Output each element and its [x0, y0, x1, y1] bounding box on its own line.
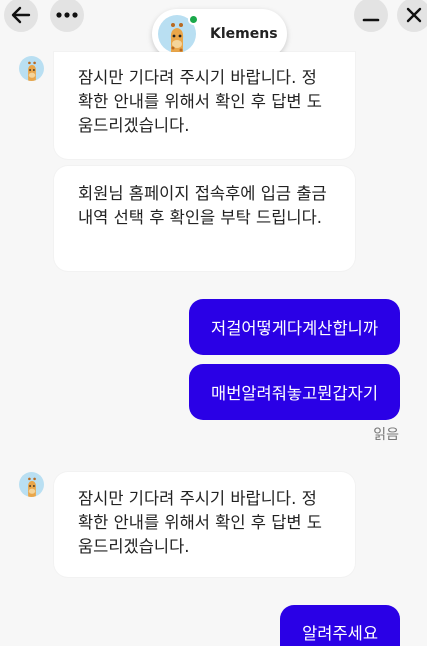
message-text: 잠시만 기다려 주시기 바랍니다. 정확한 안내를 위해서 확인 후 답변 도움…	[78, 489, 322, 556]
message-bubble-user: 알려주세요	[280, 605, 400, 646]
giraffe-icon	[27, 61, 36, 81]
message-text: 잠시만 기다려 주시기 바랍니다. 정확한 안내를 위해서 확인 후 답변 도움…	[78, 68, 322, 135]
giraffe-icon	[27, 477, 36, 497]
message-bubble-agent: 잠시만 기다려 주시기 바랍니다. 정확한 안내를 위해서 확인 후 답변 도움…	[54, 472, 355, 577]
close-button[interactable]	[397, 0, 427, 32]
agent-name: Klemens	[210, 26, 278, 42]
message-text: 알려주세요	[302, 624, 378, 643]
minimize-button[interactable]	[354, 0, 388, 32]
message-text: 회원님 홈페이지 접속후에 입금 출금내역 선택 후 확인을 부탁 드립니다.	[78, 184, 327, 227]
message-bubble-agent: 회원님 홈페이지 접속후에 입금 출금내역 선택 후 확인을 부탁 드립니다.	[54, 166, 355, 271]
online-status-dot	[188, 14, 199, 25]
read-receipt: 읽음	[373, 427, 399, 443]
more-options-button[interactable]	[50, 0, 84, 32]
message-bubble-user: 매번알려줘놓고뭔갑자기	[189, 364, 400, 420]
more-dots-icon	[56, 12, 78, 18]
giraffe-icon	[170, 23, 184, 53]
message-text: 저걸어떻게다계산합니까	[211, 319, 378, 338]
minimize-icon	[362, 18, 380, 22]
message-text: 매번알려줘놓고뭔갑자기	[211, 384, 378, 403]
agent-avatar-small	[19, 56, 44, 81]
message-bubble-agent: 잠시만 기다려 주시기 바랍니다. 정확한 안내를 위해서 확인 후 답변 도움…	[54, 52, 355, 159]
arrow-left-icon	[11, 6, 31, 24]
close-icon	[406, 7, 422, 23]
agent-avatar-small	[19, 472, 44, 497]
back-button[interactable]	[4, 0, 38, 32]
message-bubble-user: 저걸어떻게다계산합니까	[189, 299, 400, 355]
